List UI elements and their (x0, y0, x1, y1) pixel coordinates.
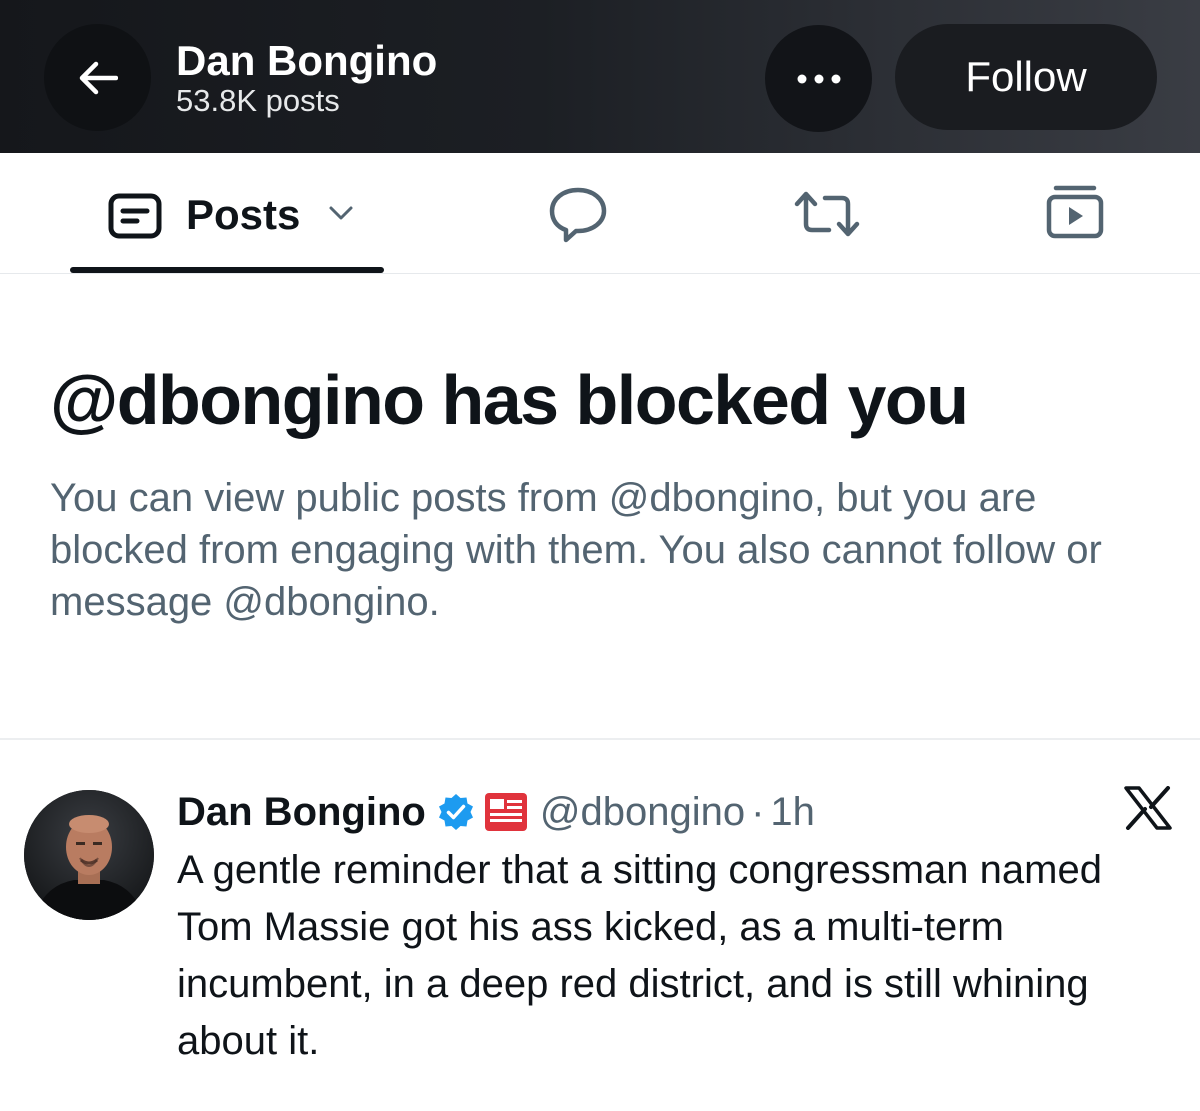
blocked-description: You can view public posts from @dbongino… (50, 476, 1102, 624)
tweet-separator: · (751, 789, 765, 834)
tab-posts[interactable]: Posts (70, 153, 384, 274)
tab-posts-label: Posts (186, 191, 301, 238)
avatar-photo (24, 790, 154, 920)
verified-badge-icon[interactable] (436, 792, 476, 832)
blocked-heading: @dbongino has blocked you (50, 361, 969, 439)
tweet-timestamp[interactable]: 1h (770, 790, 815, 835)
x-logo-icon (1124, 786, 1172, 830)
profile-header: Dan Bongino 53.8K posts Follow (0, 0, 1200, 153)
profile-page: Dan Bongino 53.8K posts Follow Posts @db… (0, 0, 1200, 1111)
avatar[interactable] (24, 790, 154, 920)
affiliate-badge-icon[interactable] (484, 792, 528, 832)
active-tab-indicator (70, 267, 384, 273)
more-options-button[interactable] (765, 25, 872, 132)
profile-tabs: Posts (0, 153, 1200, 274)
tweet-header: Dan Bongino @dbongino · 1h (177, 784, 815, 840)
follow-button[interactable]: Follow (895, 24, 1157, 130)
post-count: 53.8K posts (176, 83, 340, 118)
reply-icon[interactable] (548, 186, 608, 244)
tweet-body: A gentle reminder that a sitting congres… (177, 848, 1102, 1063)
back-arrow-icon (79, 61, 118, 94)
more-icon (797, 74, 840, 83)
posts-icon (108, 193, 162, 239)
section-divider (0, 738, 1200, 740)
profile-name: Dan Bongino (176, 37, 438, 84)
media-icon[interactable] (1046, 185, 1104, 239)
chevron-down-icon (329, 206, 353, 220)
tweet-author-name[interactable]: Dan Bongino (177, 790, 426, 835)
tweet-handle[interactable]: @dbongino (540, 790, 745, 835)
repost-icon[interactable] (793, 190, 861, 238)
back-button[interactable] (44, 24, 151, 131)
